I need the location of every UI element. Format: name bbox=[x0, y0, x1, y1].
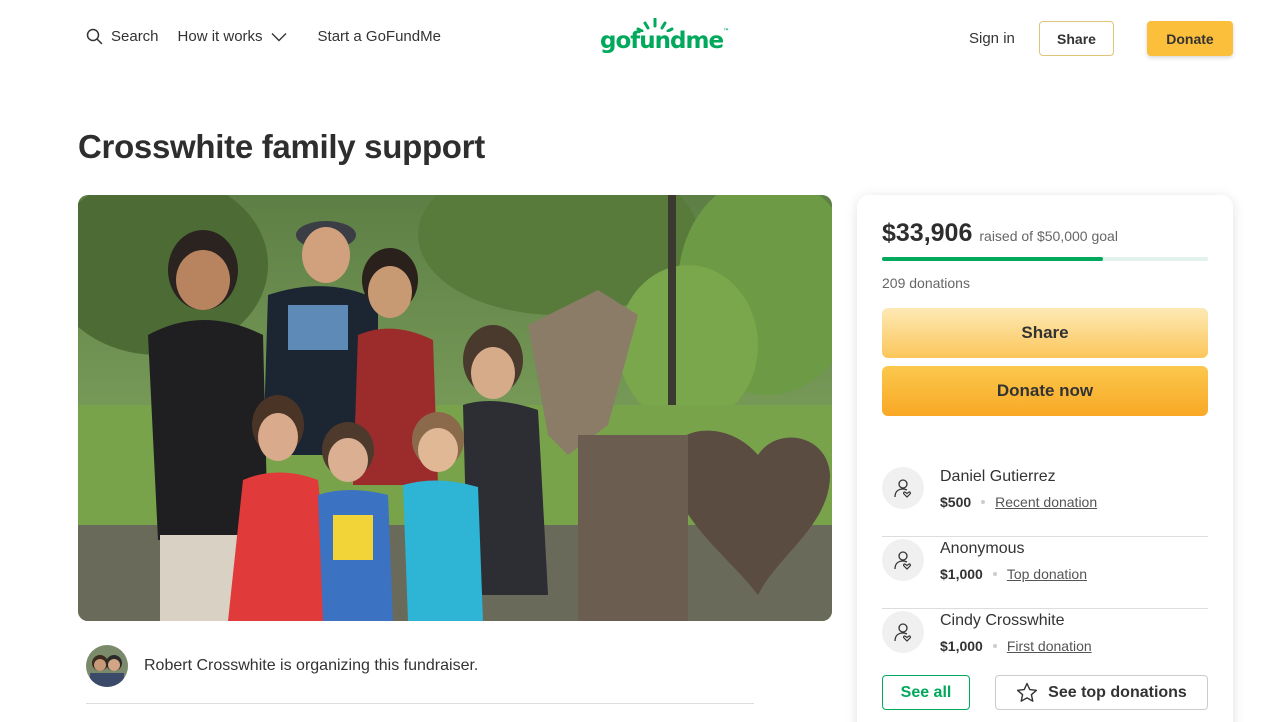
top-navigation: Search How it works Start a GoFundMe gof… bbox=[0, 0, 1280, 78]
campaign-photo[interactable] bbox=[78, 195, 832, 621]
progress-bar-fill bbox=[882, 257, 1104, 261]
organizer-row: Robert Crosswhite is organizing this fun… bbox=[86, 645, 478, 687]
donor-heart-icon bbox=[882, 611, 924, 653]
header-donate-button[interactable]: Donate bbox=[1147, 21, 1233, 56]
donor-amount: $1,000 bbox=[940, 566, 983, 582]
sign-in-link[interactable]: Sign in bbox=[969, 30, 1015, 47]
organizer-avatar[interactable] bbox=[86, 645, 128, 687]
donor-meta: $1,000 Top donation bbox=[940, 566, 1087, 582]
see-top-donations-button[interactable]: See top donations bbox=[995, 675, 1208, 710]
donor-tag-link[interactable]: Recent donation bbox=[995, 494, 1097, 510]
gofundme-logo[interactable]: gofundme™ bbox=[600, 18, 729, 60]
how-it-works-label: How it works bbox=[177, 28, 263, 45]
amount-raised: $33,906 bbox=[882, 219, 973, 247]
goal-text: raised of $50,000 goal bbox=[979, 228, 1118, 244]
divider bbox=[86, 703, 754, 704]
start-gofundme-link[interactable]: Start a GoFundMe bbox=[318, 28, 441, 45]
logo-text: gofundme bbox=[600, 28, 724, 54]
donor-amount: $500 bbox=[940, 494, 972, 510]
donor-heart-icon bbox=[882, 539, 924, 581]
donate-now-button[interactable]: Donate now bbox=[882, 366, 1208, 416]
donor-name: Daniel Gutierrez bbox=[940, 468, 1056, 485]
donor-amount: $1,000 bbox=[940, 638, 983, 654]
how-it-works-menu[interactable]: How it works bbox=[178, 28, 287, 45]
donor-meta: $1,000 First donation bbox=[940, 638, 1092, 654]
search-label: Search bbox=[111, 28, 159, 45]
search-icon bbox=[86, 28, 103, 45]
separator-dot bbox=[992, 572, 997, 576]
header-share-button[interactable]: Share bbox=[1039, 21, 1114, 56]
logo-trademark: ™ bbox=[723, 28, 730, 35]
nav-left: Search How it works Start a GoFundMe bbox=[86, 28, 441, 45]
donor-name: Anonymous bbox=[940, 540, 1025, 557]
family-photo-illustration bbox=[78, 195, 832, 621]
see-top-donations-label: See top donations bbox=[1048, 683, 1187, 701]
donations-count: 209 donations bbox=[882, 275, 970, 291]
organizer-text: Robert Crosswhite is organizing this fun… bbox=[144, 657, 479, 674]
donor-item: Cindy Crosswhite $1,000 First donation bbox=[882, 609, 1208, 681]
search-button[interactable]: Search bbox=[86, 28, 159, 45]
donor-name: Cindy Crosswhite bbox=[940, 612, 1065, 629]
share-button[interactable]: Share bbox=[882, 308, 1208, 358]
progress-bar bbox=[882, 257, 1208, 261]
separator-dot bbox=[992, 644, 997, 648]
amount-raised-row: $33,906 raised of $50,000 goal bbox=[882, 219, 1118, 248]
donor-item: Daniel Gutierrez $500 Recent donation bbox=[882, 465, 1208, 537]
donor-meta: $500 Recent donation bbox=[940, 494, 1097, 510]
star-icon bbox=[1016, 682, 1038, 703]
donor-item: Anonymous $1,000 Top donation bbox=[882, 537, 1208, 609]
donor-tag-link[interactable]: Top donation bbox=[1007, 566, 1087, 582]
chevron-down-icon bbox=[271, 32, 287, 42]
separator-dot bbox=[981, 500, 986, 504]
donor-tag-link[interactable]: First donation bbox=[1007, 638, 1092, 654]
donation-card: $33,906 raised of $50,000 goal 209 donat… bbox=[857, 195, 1233, 722]
campaign-title: Crosswhite family support bbox=[78, 128, 485, 165]
start-gofundme-label: Start a GoFundMe bbox=[317, 28, 441, 45]
see-all-button[interactable]: See all bbox=[882, 675, 970, 710]
donor-heart-icon bbox=[882, 467, 924, 509]
